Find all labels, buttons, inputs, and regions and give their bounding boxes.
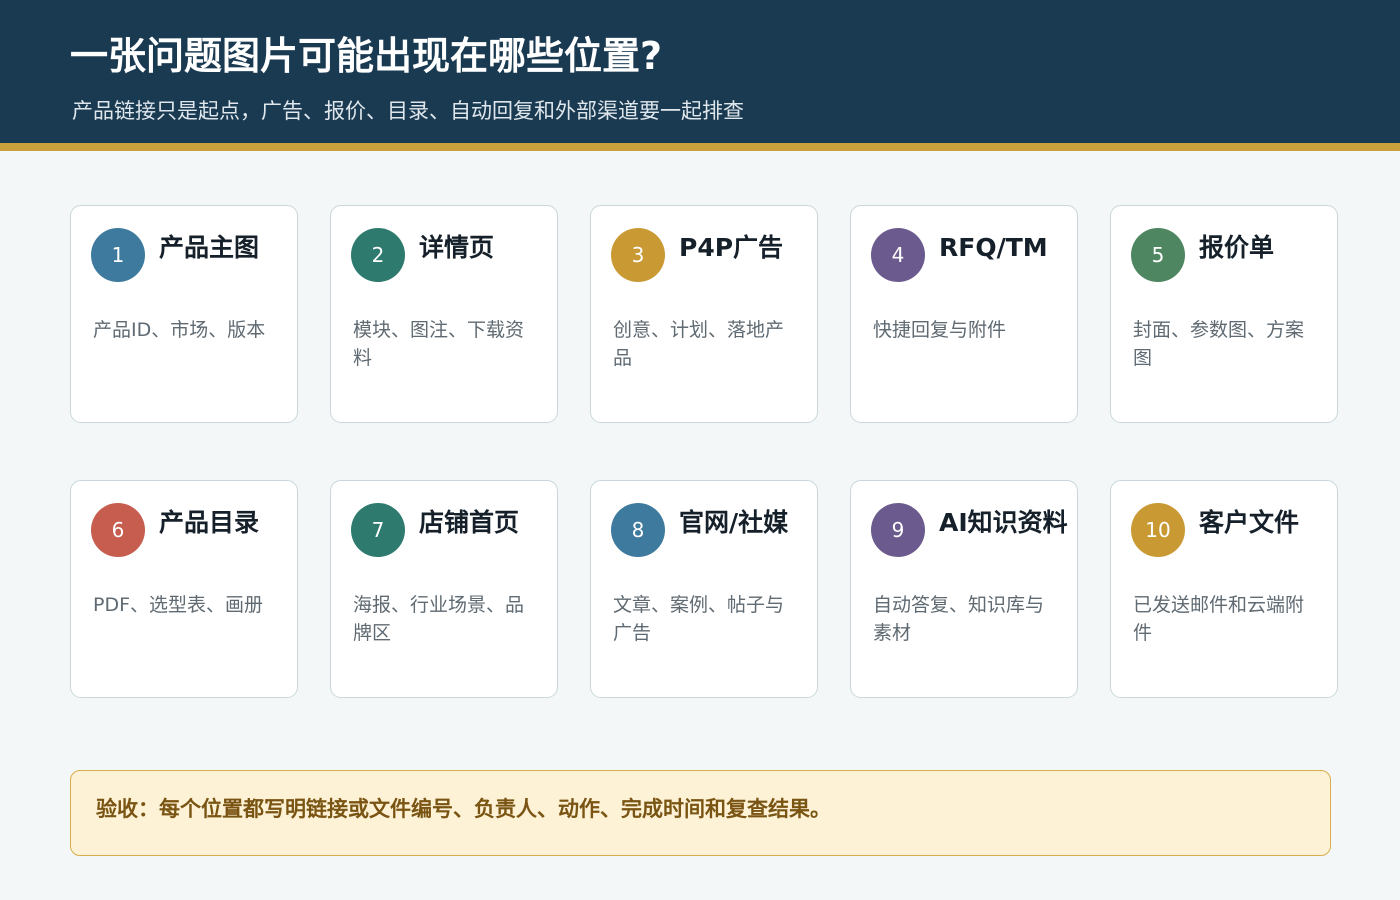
number-badge: 4 [871, 228, 925, 282]
number-badge: 5 [1131, 228, 1185, 282]
location-card-website-social: 8 官网/社媒 文章、案例、帖子与广告 [590, 480, 818, 698]
location-card-product-main-image: 1 产品主图 产品ID、市场、版本 [70, 205, 298, 423]
card-title: 店铺首页 [419, 508, 520, 537]
card-title: RFQ/TM [939, 233, 1048, 262]
number-badge: 6 [91, 503, 145, 557]
card-title: 产品主图 [159, 233, 260, 262]
card-description: PDF、选型表、画册 [93, 594, 264, 616]
card-description: 海报、行业场景、品牌区 [353, 594, 525, 644]
location-card-ai-knowledge: 9 AI知识资料 自动答复、知识库与素材 [850, 480, 1078, 698]
location-card-p4p-ads: 3 P4P广告 创意、计划、落地产品 [590, 205, 818, 423]
card-description: 已发送邮件和云端附件 [1133, 594, 1305, 644]
page-header: 一张问题图片可能出现在哪些位置? 产品链接只是起点，广告、报价、目录、自动回复和… [0, 0, 1400, 143]
card-title: 客户文件 [1199, 508, 1300, 537]
card-description: 快捷回复与附件 [873, 319, 1007, 341]
card-description: 模块、图注、下载资料 [353, 319, 525, 369]
number-badge: 1 [91, 228, 145, 282]
location-card-store-homepage: 7 店铺首页 海报、行业场景、品牌区 [330, 480, 558, 698]
card-description: 产品ID、市场、版本 [93, 319, 266, 341]
card-title: 详情页 [419, 233, 495, 262]
number-badge: 3 [611, 228, 665, 282]
card-title: 报价单 [1199, 233, 1275, 262]
page-subtitle: 产品链接只是起点，广告、报价、目录、自动回复和外部渠道要一起排查 [72, 99, 744, 123]
card-title: 官网/社媒 [679, 508, 789, 537]
number-badge: 9 [871, 503, 925, 557]
card-title: 产品目录 [159, 508, 260, 537]
location-card-rfq-tm: 4 RFQ/TM 快捷回复与附件 [850, 205, 1078, 423]
location-card-quotation: 5 报价单 封面、参数图、方案图 [1110, 205, 1338, 423]
card-title: P4P广告 [679, 233, 784, 262]
page-title: 一张问题图片可能出现在哪些位置? [70, 34, 663, 78]
number-badge: 7 [351, 503, 405, 557]
card-title: AI知识资料 [939, 508, 1068, 537]
number-badge: 2 [351, 228, 405, 282]
number-badge: 10 [1131, 503, 1185, 557]
acceptance-note-text: 验收：每个位置都写明链接或文件编号、负责人、动作、完成时间和复查结果。 [96, 797, 831, 821]
acceptance-note: 验收：每个位置都写明链接或文件编号、负责人、动作、完成时间和复查结果。 [70, 770, 1331, 856]
card-description: 自动答复、知识库与素材 [873, 594, 1045, 644]
card-description: 文章、案例、帖子与广告 [613, 594, 785, 644]
location-card-customer-files: 10 客户文件 已发送邮件和云端附件 [1110, 480, 1338, 698]
header-divider [0, 143, 1400, 151]
card-description: 封面、参数图、方案图 [1133, 319, 1305, 369]
number-badge: 8 [611, 503, 665, 557]
location-card-product-catalog: 6 产品目录 PDF、选型表、画册 [70, 480, 298, 698]
location-card-detail-page: 2 详情页 模块、图注、下载资料 [330, 205, 558, 423]
card-description: 创意、计划、落地产品 [613, 319, 785, 369]
